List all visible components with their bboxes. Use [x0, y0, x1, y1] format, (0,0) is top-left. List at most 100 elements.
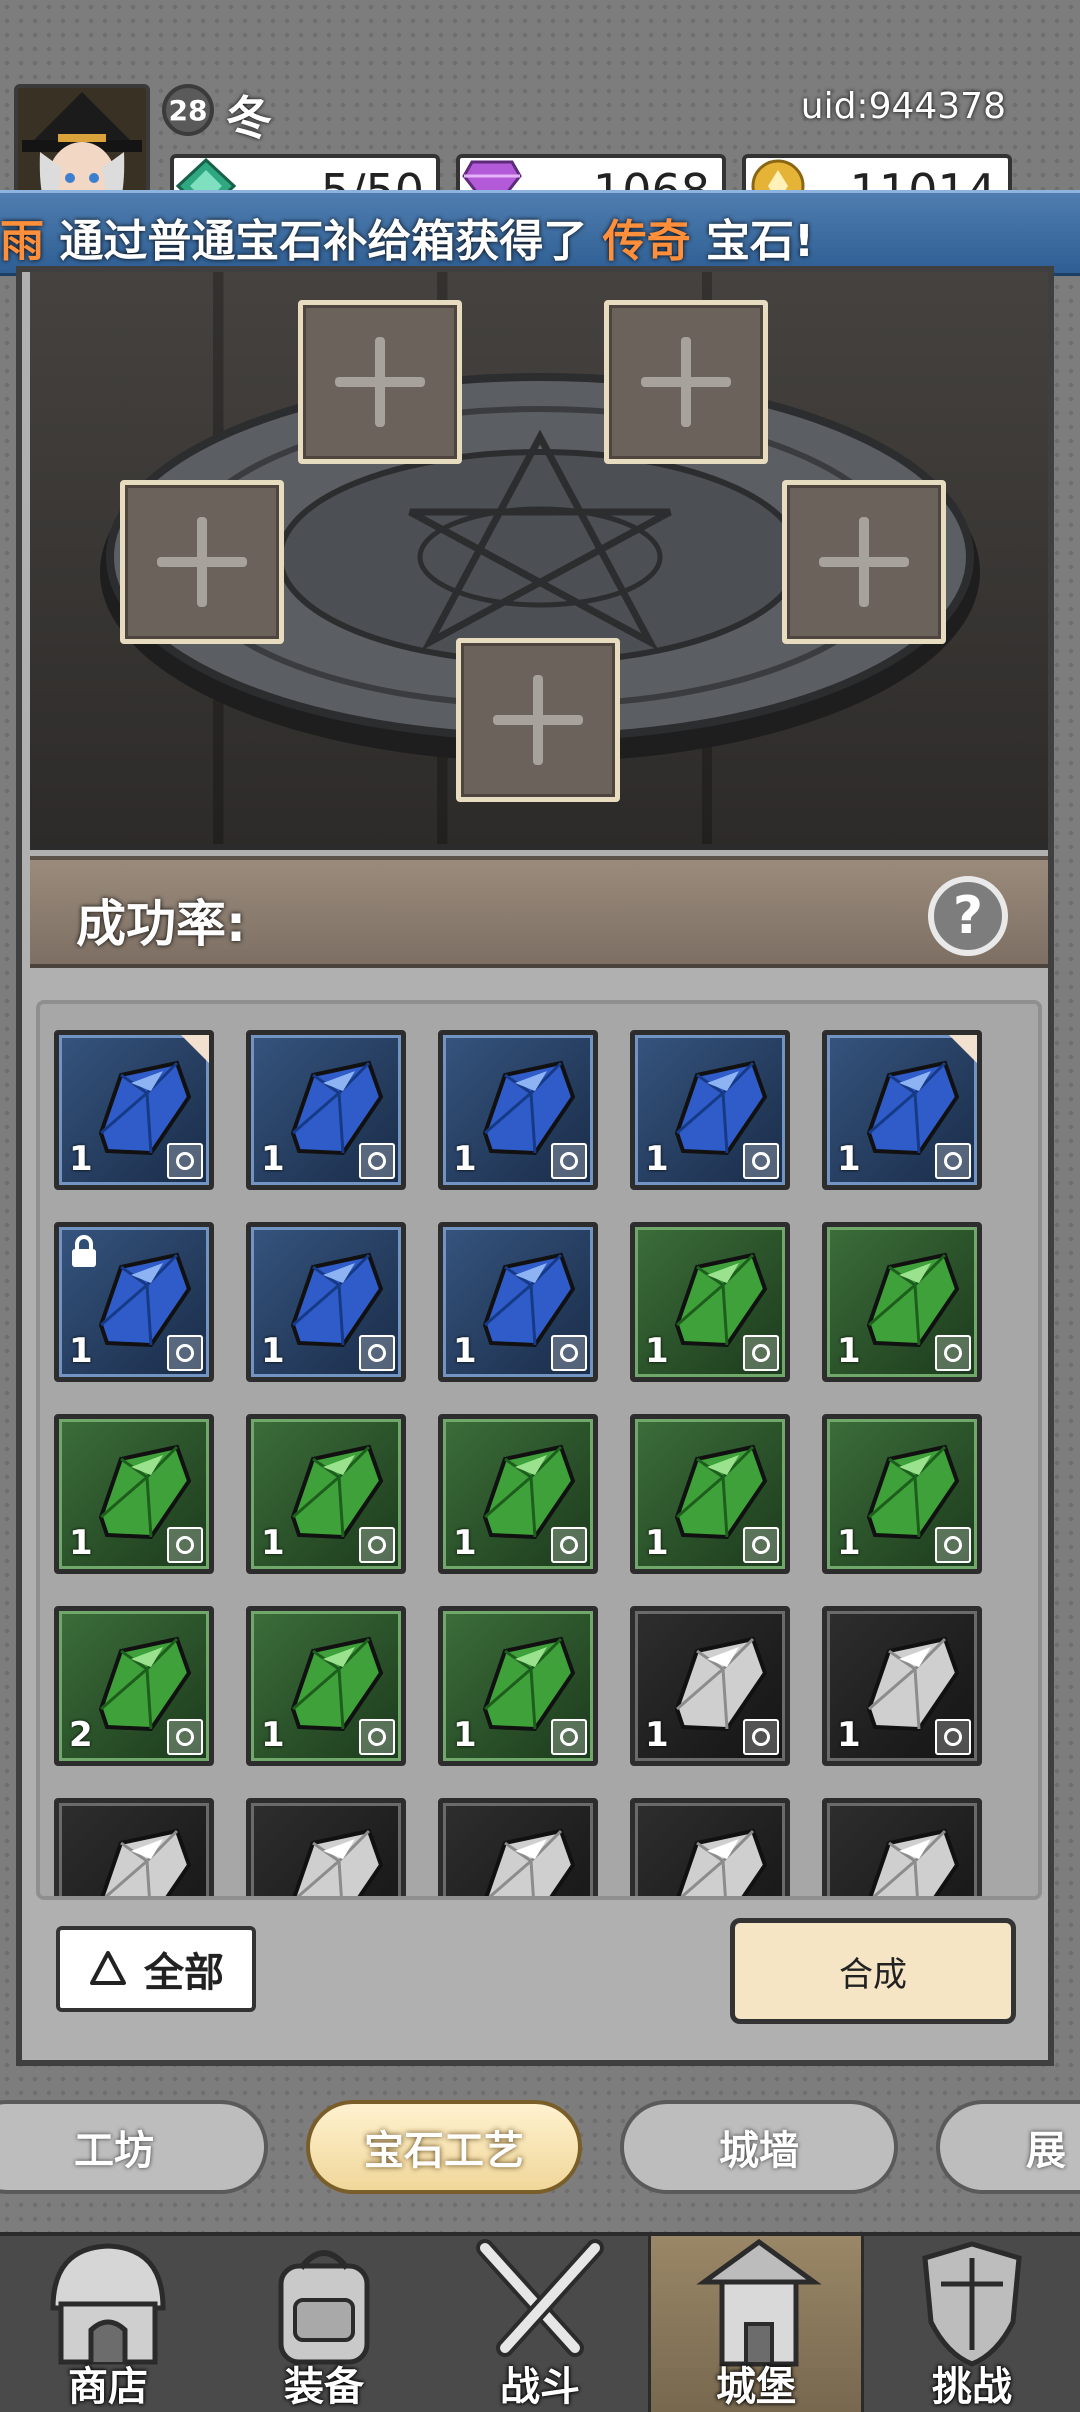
gem-slot-2[interactable]	[604, 300, 768, 464]
armor-slot-icon	[935, 1719, 971, 1755]
plus-icon	[641, 337, 731, 427]
gem-slot-item[interactable]: 1	[246, 1414, 406, 1574]
gem-slot-item[interactable]: 1	[630, 1030, 790, 1190]
gem-slot-item[interactable]: 1	[822, 1606, 982, 1766]
nav-battle-label: 战斗	[500, 2364, 580, 2410]
ticker-message: 雨 通过普通宝石补给箱获得了 传奇 宝石!	[0, 205, 814, 269]
gem-slot-item[interactable]: 1	[630, 1606, 790, 1766]
gem-slot-item[interactable]: 1	[630, 1414, 790, 1574]
gem-quantity: 1	[837, 1523, 861, 1563]
plus-icon	[819, 517, 909, 607]
feature-tab-strip: 工坊 宝石工艺 城墙 展	[0, 2080, 1080, 2220]
gem-slot-item[interactable]	[630, 1798, 790, 1896]
gem-slot-item[interactable]	[822, 1798, 982, 1896]
gem-slot-item[interactable]: 1	[246, 1030, 406, 1190]
filter-all-button[interactable]: 全部	[56, 1926, 256, 2012]
plus-icon	[493, 675, 583, 765]
gem-slot-item[interactable]: 1	[438, 1414, 598, 1574]
wand-slot-icon	[743, 1143, 779, 1179]
tab-city-wall[interactable]: 城墙	[620, 2100, 898, 2194]
ticker-text-before: 通过普通宝石补给箱获得了	[44, 216, 603, 267]
gem-slot-item[interactable]: 1	[438, 1222, 598, 1382]
nav-challenge-label: 挑战	[932, 2364, 1012, 2410]
gem-slot-item[interactable]: 1	[630, 1222, 790, 1382]
gem-quantity: 1	[837, 1139, 861, 1179]
tab-more[interactable]: 展	[936, 2100, 1080, 2194]
boot-slot-icon	[167, 1143, 203, 1179]
helmet-slot-icon	[935, 1527, 971, 1563]
gem-quantity: 1	[261, 1139, 285, 1179]
boot-slot-icon	[935, 1335, 971, 1371]
gray-gem-icon	[484, 1828, 576, 1896]
gem-quantity: 1	[837, 1331, 861, 1371]
gem-slot-item[interactable]: 1	[822, 1414, 982, 1574]
helmet-slot-icon	[551, 1527, 587, 1563]
gem-quantity: 1	[69, 1331, 93, 1371]
gem-slot-5[interactable]	[456, 638, 620, 802]
tab-gem-craft-label: 宝石工艺	[364, 2128, 524, 2174]
plus-icon	[157, 517, 247, 607]
nav-equipment-label: 装备	[284, 2364, 364, 2410]
gem-quantity: 1	[261, 1715, 285, 1755]
gem-quantity: 1	[645, 1139, 669, 1179]
gem-quantity: 1	[837, 1715, 861, 1755]
scroll-slot-icon	[167, 1719, 203, 1755]
bottom-navigation: 商店 装备 战斗 城堡 挑战	[0, 2232, 1080, 2412]
gem-slot-item[interactable]: 1	[438, 1030, 598, 1190]
backpack-icon	[278, 2250, 370, 2365]
gem-slot-item[interactable]: 1	[822, 1222, 982, 1382]
shop-hut-icon	[50, 2243, 166, 2365]
gem-quantity: 1	[453, 1139, 477, 1179]
combine-button[interactable]: 合成	[730, 1918, 1016, 2024]
level-badge: 28	[162, 84, 214, 136]
gem-slot-item[interactable]: 1	[54, 1414, 214, 1574]
gem-slot-item[interactable]: 1	[822, 1030, 982, 1190]
gem-slot-item[interactable]	[438, 1798, 598, 1896]
tab-gem-craft[interactable]: 宝石工艺	[306, 2100, 582, 2194]
gem-slot-item[interactable]: 1	[246, 1606, 406, 1766]
scroll-slot-icon	[551, 1719, 587, 1755]
boot-slot-icon	[359, 1143, 395, 1179]
combine-label: 合成	[839, 1954, 907, 1995]
help-button[interactable]: ?	[928, 876, 1008, 956]
gray-gem-icon	[868, 1828, 960, 1896]
lock-icon	[72, 1235, 96, 1267]
gem-slot-4[interactable]	[782, 480, 946, 644]
nav-shop[interactable]: 商店	[0, 2236, 216, 2412]
ticker-text-after: 宝石!	[690, 216, 815, 267]
announcement-ticker: 雨 通过普通宝石补给箱获得了 传奇 宝石!	[0, 190, 1080, 276]
tab-city-wall-label: 城墙	[719, 2128, 799, 2174]
gem-quantity: 1	[69, 1523, 93, 1563]
tab-workshop[interactable]: 工坊	[0, 2100, 268, 2194]
gem-slot-item[interactable]: 1	[54, 1222, 214, 1382]
gem-slot-item[interactable]	[54, 1798, 214, 1896]
armor-slot-icon	[743, 1719, 779, 1755]
nav-challenge[interactable]: 挑战	[864, 2236, 1080, 2412]
boot-slot-icon	[551, 1143, 587, 1179]
gray-gem-icon	[676, 1828, 768, 1896]
nav-castle[interactable]: 城堡	[648, 2236, 864, 2412]
shield-crest-icon	[922, 2241, 1022, 2367]
gem-slot-item[interactable]: 1	[246, 1222, 406, 1382]
crossed-swords-icon	[476, 2239, 604, 2357]
gem-inventory-grid[interactable]: 1 1 1 1 1 1 1 1 1 1 1 1 1 1 1 2 1 1 1 1	[36, 1000, 1042, 1900]
gem-slot-3[interactable]	[120, 480, 284, 644]
nav-castle-label: 城堡	[716, 2364, 796, 2410]
filter-all-label: 全部	[144, 1950, 224, 1996]
gem-slot-1[interactable]	[298, 300, 462, 464]
gem-slot-item[interactable]: 1	[54, 1030, 214, 1190]
gem-quantity: 1	[453, 1715, 477, 1755]
level-value: 28	[168, 93, 208, 127]
nav-battle[interactable]: 战斗	[432, 2236, 648, 2412]
help-question-icon: ?	[952, 886, 984, 946]
scroll-slot-icon	[359, 1335, 395, 1371]
gem-slot-item[interactable]: 2	[54, 1606, 214, 1766]
gem-slot-item[interactable]	[246, 1798, 406, 1896]
scroll-slot-icon	[359, 1719, 395, 1755]
gem-slot-item[interactable]: 1	[438, 1606, 598, 1766]
scroll-slot-icon	[551, 1335, 587, 1371]
tab-more-label: 展	[1026, 2128, 1066, 2174]
castle-tower-icon	[696, 2238, 822, 2367]
nav-equipment[interactable]: 装备	[216, 2236, 432, 2412]
helmet-slot-icon	[743, 1527, 779, 1563]
